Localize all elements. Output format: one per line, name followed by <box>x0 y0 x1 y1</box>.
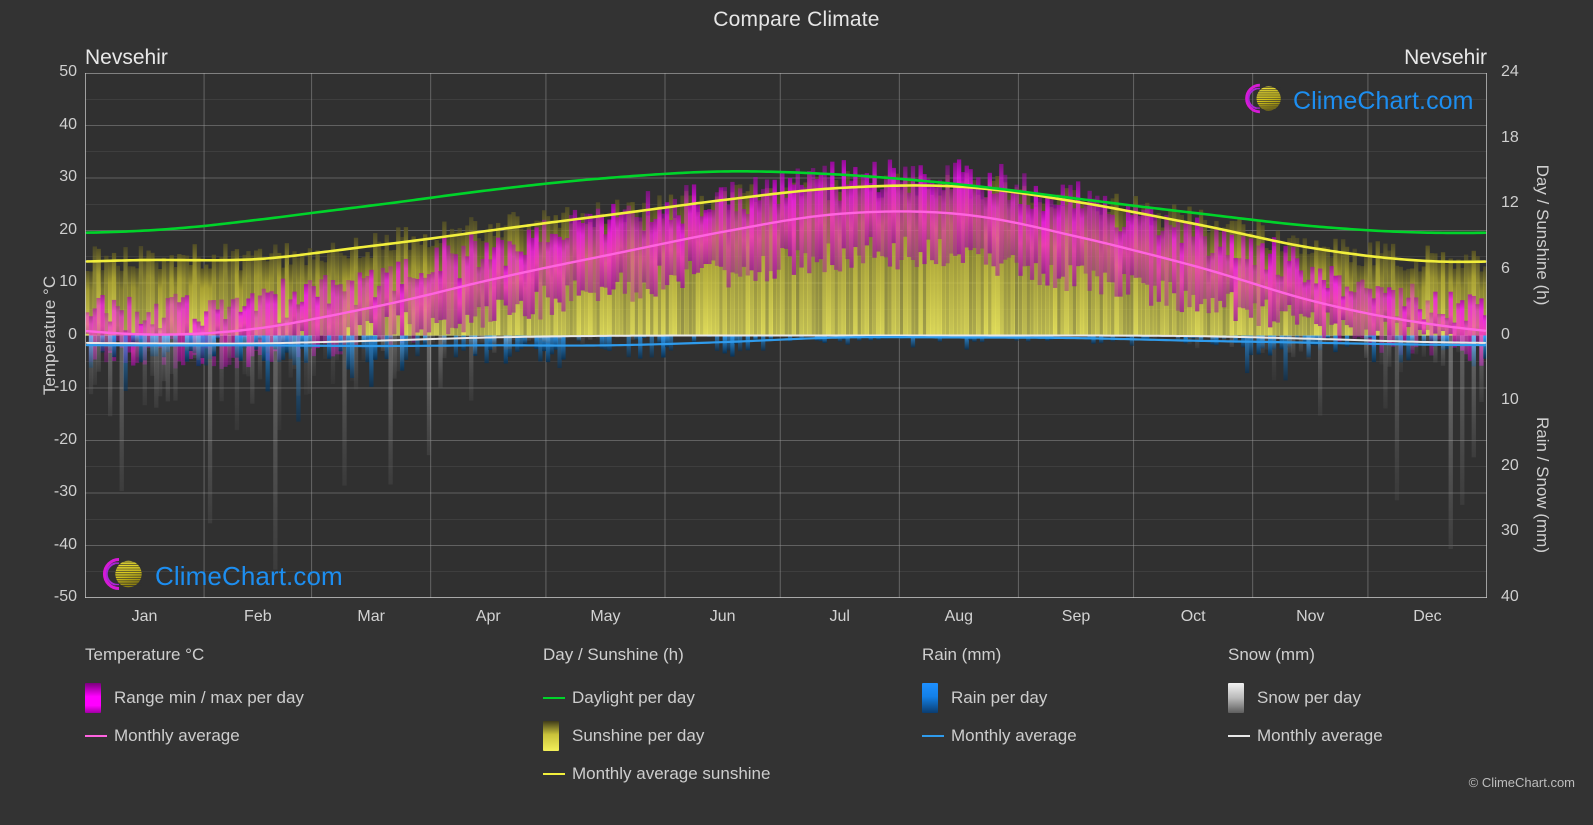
climechart-logo-glyph <box>103 557 142 591</box>
y-tick-label: -40 <box>53 535 77 553</box>
y-tick-label-rain: 40 <box>1501 588 1519 605</box>
x-tick-label: Apr <box>475 608 501 625</box>
climechart-logo-bottom[interactable]: ClimeChart.com <box>93 554 343 599</box>
legend-group-title: Snow (mm) <box>1228 645 1315 664</box>
legend-line <box>543 773 565 775</box>
climechart-logo-text: ClimeChart.com <box>155 561 343 591</box>
legend-swatch <box>85 683 101 713</box>
y-tick-label-rain: 10 <box>1501 391 1519 409</box>
axis-title-day-sunshine: Day / Sunshine (h) <box>1533 164 1552 306</box>
legend-item-label: Monthly average <box>1257 726 1383 745</box>
legend-line <box>1228 735 1250 737</box>
legend-group: Snow (mm) Snow per day Monthly average <box>1228 645 1383 755</box>
legend-item-label: Rain per day <box>951 688 1048 707</box>
legend-item[interactable]: Monthly average sunshine <box>543 755 770 793</box>
legend-swatch <box>922 683 938 713</box>
y-tick-label-day: 12 <box>1501 194 1519 212</box>
legend-group-title: Rain (mm) <box>922 645 1002 664</box>
legend-item-label: Daylight per day <box>572 688 695 707</box>
y-tick-label: -20 <box>53 430 77 448</box>
chart-legend: Temperature °C Range min / max per day Mon… <box>0 645 1593 810</box>
legend-line-marker <box>543 773 572 775</box>
legend-line-marker <box>1228 735 1257 737</box>
location-label-left: Nevsehir <box>85 46 168 69</box>
legend-item-label: Snow per day <box>1257 688 1361 707</box>
copyright-text: © ClimeChart.com <box>1468 775 1575 790</box>
legend-line <box>85 735 107 737</box>
legend-group: Day / Sunshine (h) Daylight per day Sunshi… <box>543 645 770 793</box>
page-title: Compare Climate <box>713 8 880 31</box>
y-tick-label: -10 <box>53 378 77 395</box>
legend-item-label: Monthly average <box>951 726 1077 745</box>
y-tick-label: -50 <box>53 588 77 605</box>
legend-item-label: Range min / max per day <box>114 688 304 707</box>
legend-item[interactable]: Range min / max per day <box>85 679 304 717</box>
legend-item-label: Monthly average <box>114 726 240 745</box>
x-tick-label: Jan <box>131 608 158 625</box>
x-tick-label: Mar <box>357 608 385 625</box>
chart-canvas <box>85 73 1487 598</box>
plot-area[interactable] <box>85 73 1487 598</box>
legend-group: Rain (mm) Rain per day Monthly average <box>922 645 1077 755</box>
legend-swatch <box>543 721 559 751</box>
y-tick-label-rain: 30 <box>1501 522 1519 540</box>
legend-line <box>543 697 565 699</box>
y-tick-label: 40 <box>59 115 77 133</box>
legend-line-marker <box>922 735 951 737</box>
legend-item-label: Monthly average sunshine <box>572 764 771 783</box>
x-tick-label: May <box>590 608 621 625</box>
x-tick-label: Nov <box>1296 608 1325 625</box>
legend-line <box>922 735 944 737</box>
legend-group-title: Temperature °C <box>85 645 205 664</box>
y-tick-label: 20 <box>59 220 77 238</box>
legend-swatch <box>1228 683 1244 713</box>
y-tick-label-day: 6 <box>1501 259 1510 277</box>
x-tick-label: Dec <box>1413 608 1442 625</box>
legend-item[interactable]: Monthly average <box>85 717 304 755</box>
legend-item-label: Sunshine per day <box>572 726 705 745</box>
y-tick-label-day: 18 <box>1501 128 1519 146</box>
legend-item[interactable]: Monthly average <box>922 717 1077 755</box>
x-tick-label: Sep <box>1061 608 1091 625</box>
legend-item[interactable]: Sunshine per day <box>543 717 770 755</box>
climechart-logo-text: ClimeChart.com <box>1293 86 1474 115</box>
x-tick-label: Oct <box>1180 608 1206 625</box>
x-tick-label: Jun <box>709 608 736 625</box>
legend-group: Temperature °C Range min / max per day Mon… <box>85 645 304 755</box>
x-tick-label: Jul <box>829 608 850 625</box>
y-tick-label: 30 <box>59 168 77 185</box>
legend-item[interactable]: Snow per day <box>1228 679 1383 717</box>
climate-chart-page: Compare Climate Nevsehir Nevsehir Temper… <box>0 0 1593 825</box>
climechart-logo-top[interactable]: ClimeChart.com <box>1236 80 1474 122</box>
legend-line-marker <box>543 697 572 699</box>
legend-group-title: Day / Sunshine (h) <box>543 645 684 664</box>
climechart-logo-glyph <box>1245 83 1281 114</box>
legend-item[interactable]: Rain per day <box>922 679 1077 717</box>
x-tick-label: Feb <box>244 608 272 625</box>
y-tick-label-rain: 20 <box>1501 456 1519 474</box>
location-label-right: Nevsehir <box>1404 46 1487 69</box>
y-tick-label-day: 0 <box>1501 325 1510 343</box>
y-tick-label: 10 <box>59 273 77 290</box>
climechart-logo-icon <box>93 554 155 599</box>
y-tick-label-day: 24 <box>1501 63 1519 80</box>
legend-item[interactable]: Daylight per day <box>543 679 770 717</box>
climechart-logo-icon <box>1236 80 1293 122</box>
x-tick-label: Aug <box>944 608 974 625</box>
legend-line-marker <box>85 735 114 737</box>
y-tick-label: 50 <box>59 63 77 80</box>
legend-item[interactable]: Monthly average <box>1228 717 1383 755</box>
y-tick-label: -30 <box>53 483 77 500</box>
y-tick-label: 0 <box>68 325 77 343</box>
